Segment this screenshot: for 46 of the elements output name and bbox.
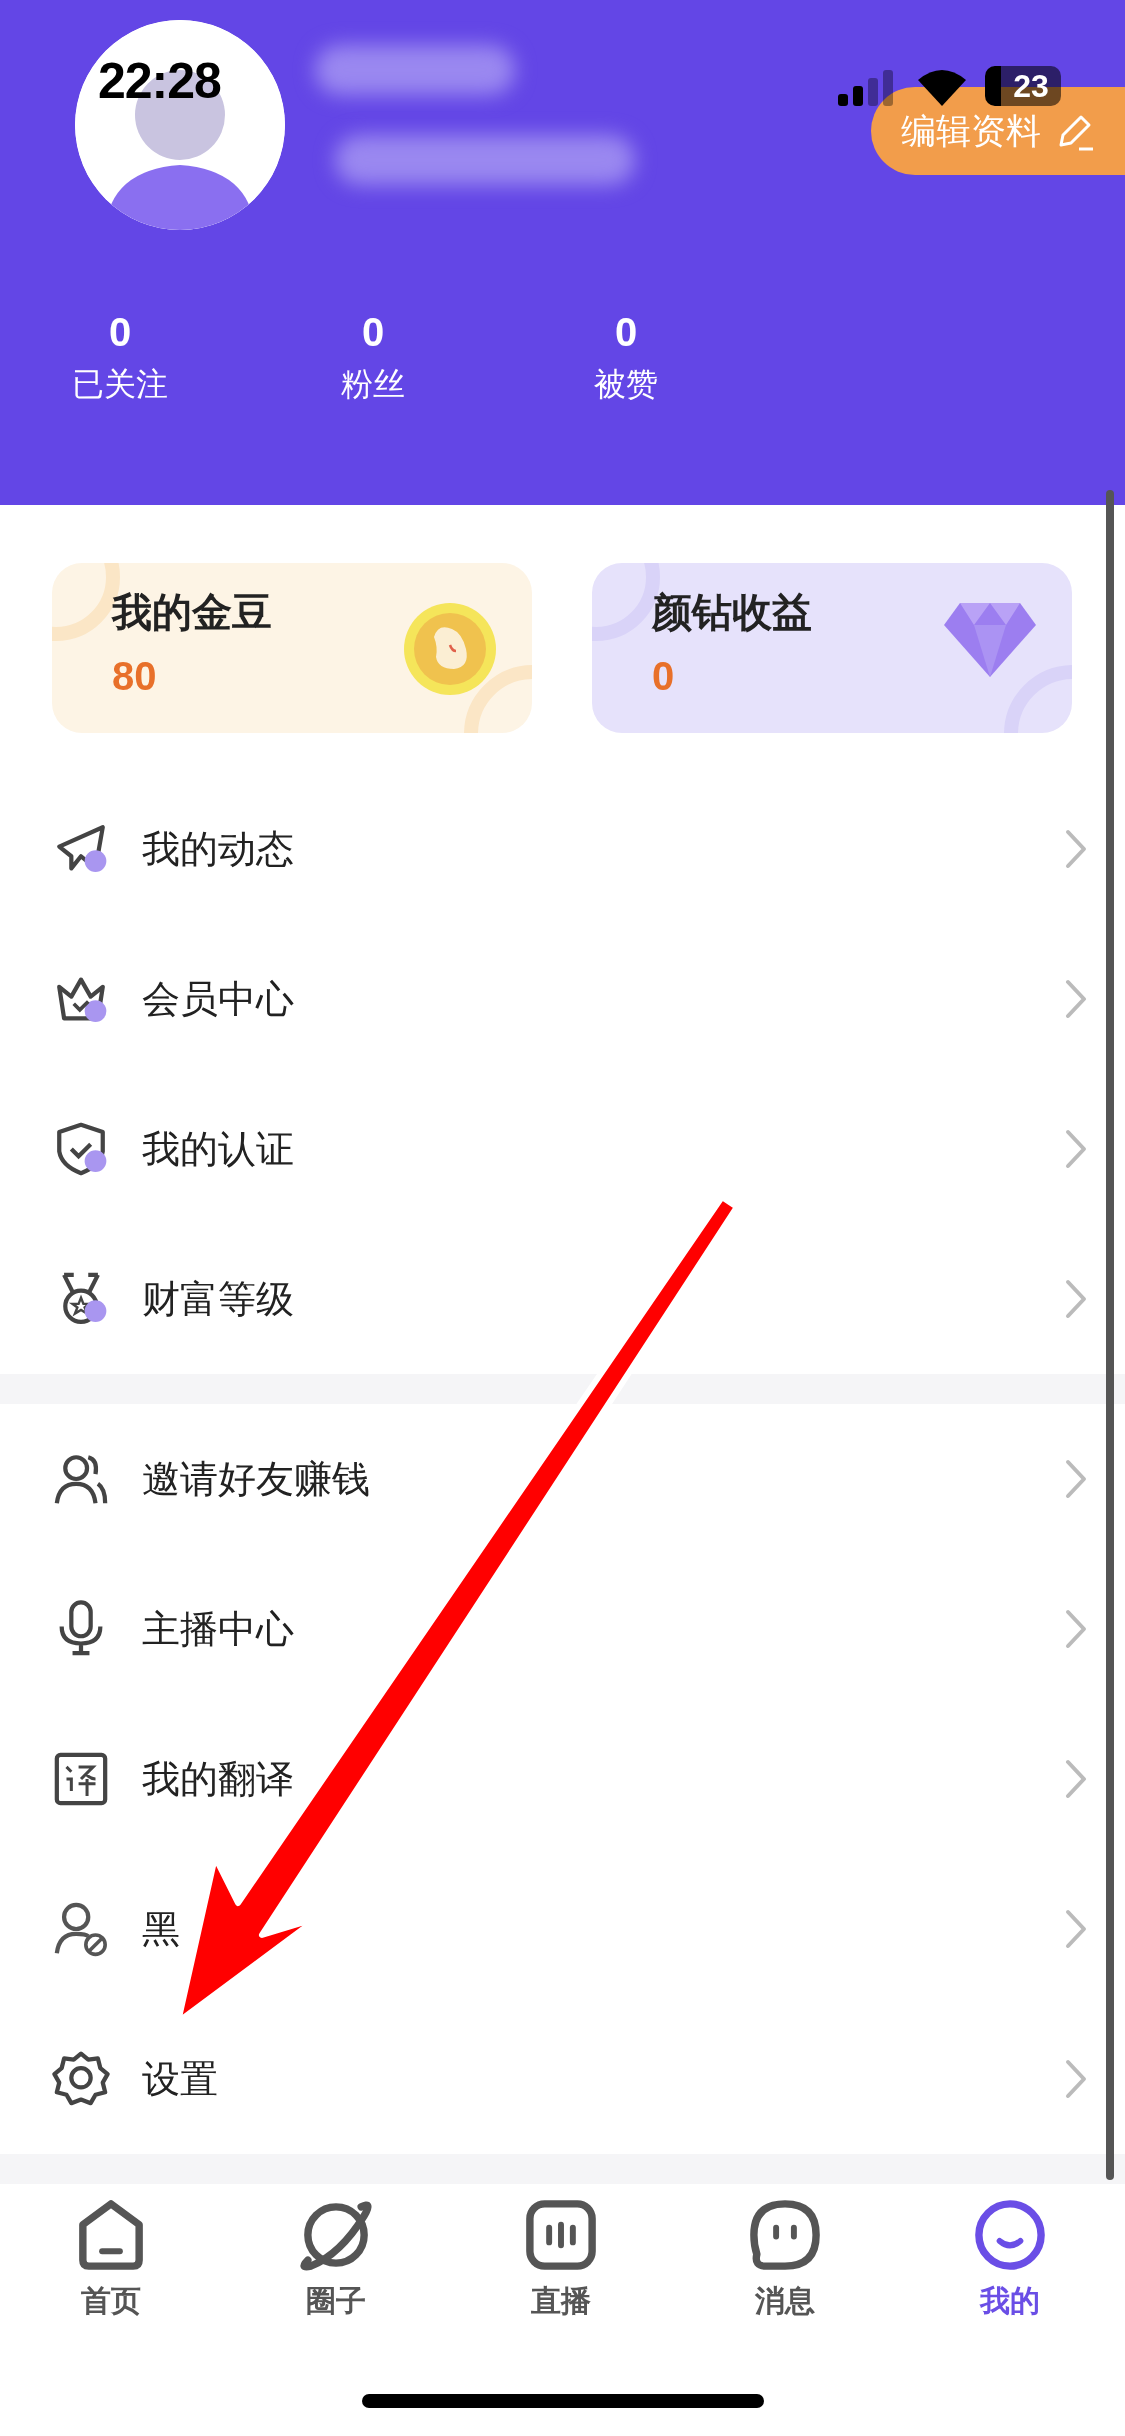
status-time: 22:28 — [98, 52, 221, 110]
settings-icon — [52, 2050, 110, 2108]
chevron-right-icon — [1065, 1129, 1087, 1169]
tab[interactable]: 直播 — [485, 2195, 636, 2322]
home-indicator[interactable] — [362, 2394, 764, 2408]
stat-label[interactable]: 被赞 — [594, 363, 658, 407]
stat-label[interactable]: 已关注 — [72, 363, 168, 407]
diamond-icon — [944, 603, 1036, 677]
chevron-right-icon — [1065, 979, 1087, 1019]
menu-item[interactable]: 我的认证 — [142, 1123, 1065, 1175]
avatar[interactable] — [75, 20, 285, 230]
card-title: 颜钻收益 — [652, 589, 813, 636]
coin-icon — [404, 603, 496, 695]
stat-count: 0 — [108, 310, 132, 355]
menu-item[interactable]: 我的动态 — [142, 823, 1065, 875]
stat-label[interactable]: 粉丝 — [341, 363, 405, 407]
stat-count: 0 — [614, 310, 638, 355]
chevron-right-icon — [1065, 1909, 1087, 1949]
chevron-right-icon — [1065, 1459, 1087, 1499]
chevron-right-icon — [1065, 2059, 1087, 2099]
chevron-right-icon — [1065, 829, 1087, 869]
card-value: 0 — [652, 654, 676, 699]
chevron-right-icon — [1065, 1279, 1087, 1319]
tab[interactable]: 我的 — [935, 2195, 1085, 2322]
scrollbar[interactable] — [1106, 490, 1114, 2180]
translate-icon — [52, 1750, 110, 1808]
menu-item[interactable]: 财富等级 — [142, 1273, 1065, 1325]
asset-card[interactable]: 我的金豆 80 — [52, 563, 532, 733]
menu-item[interactable]: 主播中心 — [142, 1603, 1065, 1655]
menu-item[interactable]: 会员中心 — [142, 973, 1065, 1025]
asset-card[interactable]: 颜钻收益 0 — [592, 563, 1072, 733]
tab[interactable]: 消息 — [710, 2195, 861, 2322]
wifi-icon — [916, 68, 968, 106]
signal-icon — [838, 70, 894, 106]
chevron-right-icon — [1065, 1759, 1087, 1799]
menu-item[interactable]: 黑 — [142, 1903, 1065, 1955]
tab[interactable]: 首页 — [36, 2195, 186, 2322]
stat-count: 0 — [361, 310, 385, 355]
chevron-right-icon — [1065, 1609, 1087, 1649]
menu-item[interactable]: 邀请好友赚钱 — [142, 1453, 1065, 1505]
tab[interactable]: 圈子 — [260, 2195, 411, 2322]
card-title: 我的金豆 — [112, 589, 273, 636]
menu-item[interactable]: 设置 — [142, 2053, 1065, 2105]
person-block-icon — [52, 1900, 110, 1958]
menu-item[interactable]: 我的翻译 — [142, 1753, 1065, 1805]
card-value: 80 — [112, 654, 158, 699]
